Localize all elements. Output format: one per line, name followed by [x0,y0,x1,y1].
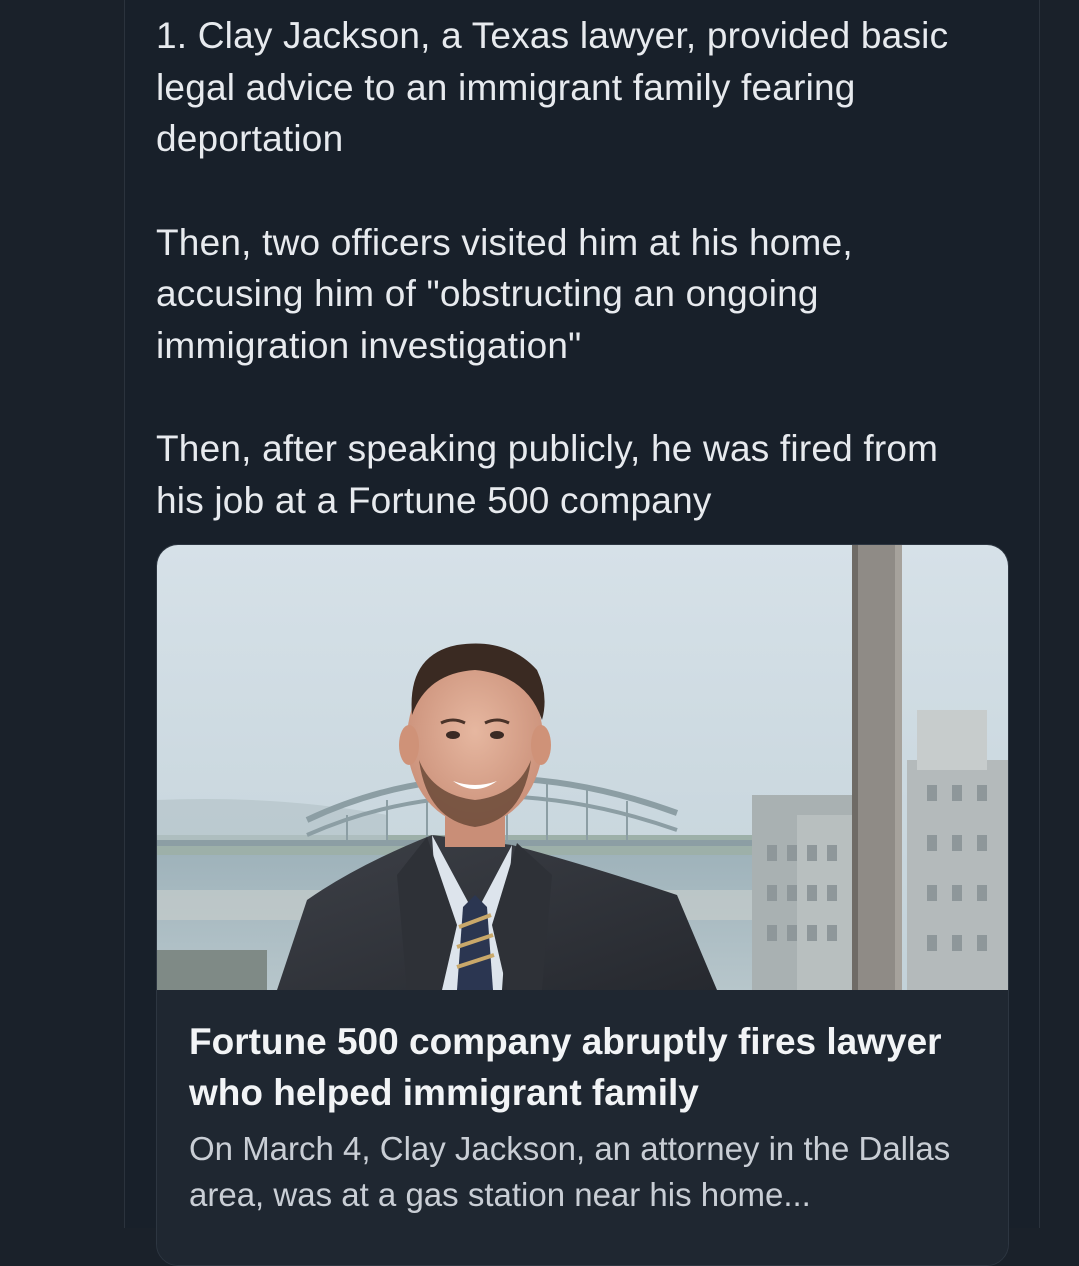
post-paragraph-3: Then, after speaking publicly, he was fi… [156,428,939,521]
card-image[interactable] [157,545,1008,990]
card-body[interactable]: Fortune 500 company abruptly fires lawye… [157,990,1008,1265]
link-preview-card[interactable]: Fortune 500 company abruptly fires lawye… [156,544,1009,1266]
portrait-photo [157,545,1008,990]
card-description: On March 4, Clay Jackson, an attorney in… [189,1130,951,1213]
card-title[interactable]: Fortune 500 company abruptly fires lawye… [189,1016,976,1118]
post-paragraph-2: Then, two officers visited him at his ho… [156,221,853,366]
post-paragraph-1: 1. Clay Jackson, a Texas lawyer, provide… [156,15,949,159]
post-body: 1. Clay Jackson, a Texas lawyer, provide… [156,10,996,578]
